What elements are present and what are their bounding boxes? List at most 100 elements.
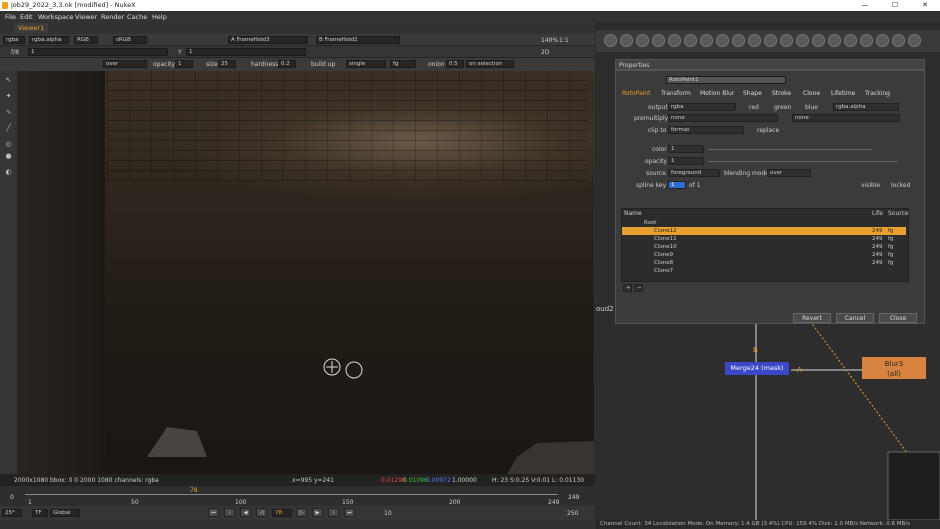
views-nodes-icon[interactable]	[764, 34, 777, 47]
step-forward-button[interactable]: ▷	[296, 508, 307, 517]
view-mode[interactable]: 2D	[541, 49, 549, 56]
keyer-nodes-icon[interactable]	[700, 34, 713, 47]
tree-row-clone12[interactable]: Clone12 249 fg	[622, 227, 906, 235]
blue-checkbox[interactable]: blue	[805, 104, 818, 111]
clone-tool-icon[interactable]: ◎	[4, 141, 13, 148]
deep-icon[interactable]	[860, 34, 873, 47]
range-dropdown[interactable]: Global	[50, 509, 80, 517]
close-window-button[interactable]: ✕	[910, 0, 940, 11]
size-field[interactable]: 25	[218, 60, 236, 68]
channel-nodes-icon[interactable]	[652, 34, 665, 47]
stroke-tree[interactable]: Name Life Source Root Clone12 249 fg Clo…	[621, 208, 909, 282]
metadata-nodes-icon[interactable]	[780, 34, 793, 47]
premultiply-2-dropdown[interactable]: none	[792, 114, 900, 122]
menu-help[interactable]: Help	[152, 13, 167, 21]
image-nodes-icon[interactable]	[604, 34, 617, 47]
merge24-node[interactable]: Merge24 (mask)	[725, 362, 789, 375]
remove-stroke-button[interactable]: −	[634, 284, 643, 292]
hardness-field[interactable]: 0.2	[278, 60, 296, 68]
dodge-tool-icon[interactable]: ◐	[4, 169, 13, 176]
fps-dropdown[interactable]: 25*	[2, 509, 22, 517]
tab-stroke[interactable]: Stroke	[772, 90, 791, 97]
onion-field[interactable]: 0.5	[446, 60, 464, 68]
particles-icon[interactable]	[844, 34, 857, 47]
opacity-prop-field[interactable]: 1	[668, 157, 704, 165]
tab-transform[interactable]: Transform	[661, 90, 691, 97]
colorspace-dropdown[interactable]: sRGB	[113, 36, 147, 44]
visible-checkbox[interactable]: visible	[861, 182, 880, 189]
channels-dropdown[interactable]: rgba	[3, 36, 25, 44]
tf-dropdown[interactable]: TF	[32, 509, 48, 517]
on-selection-dropdown[interactable]: on selection	[466, 60, 514, 68]
tree-row-clone8[interactable]: Clone8 249 fg	[622, 259, 906, 267]
input-b-dropdown[interactable]: B FrameHold2	[316, 36, 400, 44]
tree-row-root[interactable]: Root	[622, 219, 906, 227]
color-nodes-icon[interactable]	[668, 34, 681, 47]
tree-header-name[interactable]: Name	[624, 210, 642, 217]
y-field[interactable]: 1	[186, 48, 306, 56]
settings-icon[interactable]	[908, 34, 921, 47]
opacity-slider[interactable]	[708, 161, 898, 162]
points-tool-icon[interactable]: ✦	[4, 93, 13, 100]
fg-dropdown[interactable]: fg	[390, 60, 416, 68]
opacity-field[interactable]: 1	[175, 60, 193, 68]
stroke-dropdown[interactable]: single	[346, 60, 386, 68]
tab-lifetime[interactable]: Lifetime	[831, 90, 855, 97]
playhead-marker[interactable]: 78	[190, 487, 198, 494]
menu-edit[interactable]: Edit	[20, 13, 33, 21]
replace-checkbox[interactable]: replace	[757, 127, 779, 134]
ratio[interactable]: 1:1	[559, 37, 569, 44]
end-frame-field[interactable]: 250	[567, 510, 578, 517]
zoom-level[interactable]: 140%	[541, 37, 558, 44]
blur3-node[interactable]: Blur3 (all)	[862, 357, 926, 379]
frame-field[interactable]: 1	[28, 48, 168, 56]
tab-tracking[interactable]: Tracking	[865, 90, 890, 97]
green-checkbox[interactable]: green	[774, 104, 791, 111]
tab-clone[interactable]: Clone	[803, 90, 820, 97]
last-frame-button[interactable]: ⏭	[344, 508, 355, 517]
select-tool-icon[interactable]: ↖	[4, 77, 13, 84]
cara-vr-icon[interactable]	[876, 34, 889, 47]
minimize-button[interactable]: —	[850, 0, 880, 11]
tree-header-source[interactable]: Source	[888, 210, 909, 217]
splinekey-field[interactable]: 1	[668, 181, 686, 189]
node-name-field[interactable]: RotoPaint1	[666, 76, 786, 84]
rgb-dropdown[interactable]: RGB	[74, 36, 98, 44]
plugins-icon[interactable]	[892, 34, 905, 47]
brush-tool-icon[interactable]: ╱	[4, 125, 13, 132]
tab-shape[interactable]: Shape	[743, 90, 762, 97]
frame-step[interactable]: 10	[384, 510, 392, 517]
menu-workspace[interactable]: Workspace	[38, 13, 74, 21]
premultiply-dropdown[interactable]: none	[668, 114, 778, 122]
menu-render[interactable]: Render	[101, 13, 124, 21]
3d-nodes-icon[interactable]	[748, 34, 761, 47]
time-nodes-icon[interactable]	[636, 34, 649, 47]
menu-viewer[interactable]: Viewer	[75, 13, 97, 21]
brush-cursor-icon[interactable]	[345, 361, 363, 379]
buildup-label[interactable]: build up	[311, 61, 335, 68]
other-nodes-icon[interactable]	[812, 34, 825, 47]
output-dropdown[interactable]: rgba	[668, 103, 736, 111]
draw-nodes-icon[interactable]	[620, 34, 633, 47]
red-checkbox[interactable]: red	[749, 104, 759, 111]
menu-file[interactable]: File	[5, 13, 16, 21]
source-dropdown[interactable]: foreground	[668, 169, 720, 177]
locked-checkbox[interactable]: locked	[891, 182, 910, 189]
next-keyframe-button[interactable]: ›	[328, 508, 339, 517]
filter-nodes-icon[interactable]	[684, 34, 697, 47]
paint-mode-dropdown[interactable]: over	[103, 60, 147, 68]
step-back-button[interactable]: ◁	[256, 508, 267, 517]
first-frame-button[interactable]: ⏮	[208, 508, 219, 517]
blur-tool-icon[interactable]: ●	[4, 153, 13, 160]
alpha-channel-dropdown[interactable]: rgba.alpha	[833, 103, 899, 111]
tree-row-clone9[interactable]: Clone9 249 fg	[622, 251, 906, 259]
tree-header-life[interactable]: Life	[872, 210, 883, 217]
tab-viewer1[interactable]: Viewer1	[14, 23, 49, 33]
tab-motion-blur[interactable]: Motion Blur	[700, 90, 734, 97]
tree-row-clone7[interactable]: Clone7	[622, 267, 906, 275]
tree-row-clone10[interactable]: Clone10 249 fg	[622, 243, 906, 251]
clipto-dropdown[interactable]: format	[668, 126, 744, 134]
blending-dropdown[interactable]: over	[767, 169, 811, 177]
fstop-label[interactable]: f/8	[11, 49, 19, 56]
menu-cache[interactable]: Cache	[127, 13, 147, 21]
